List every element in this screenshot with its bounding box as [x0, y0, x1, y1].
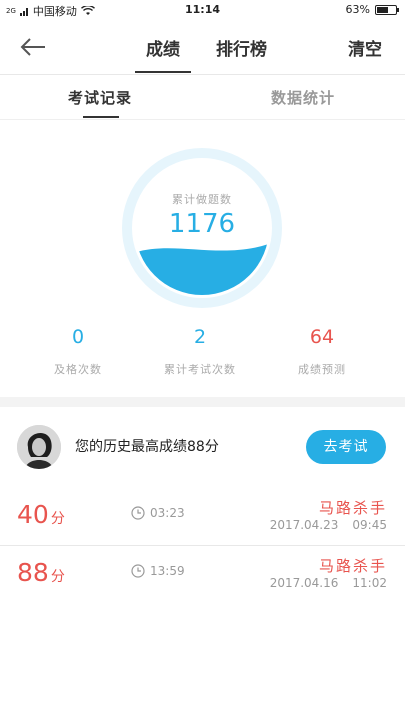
gauge-label: 累计做题数: [172, 193, 232, 206]
record-date: 2017.04.16: [269, 576, 339, 590]
subtab-exam-records[interactable]: 考试记录: [68, 87, 132, 108]
subtab-data-stats[interactable]: 数据统计: [271, 87, 335, 108]
record-duration: 03:23: [131, 506, 185, 520]
clock-icon: [131, 506, 145, 520]
status-bar: 2G 中国移动 11:14 63%: [0, 0, 405, 20]
record-duration: 13:59: [131, 564, 185, 578]
stat-pass-count-label: 及格次数: [54, 363, 102, 376]
clock-icon: [131, 564, 145, 578]
record-duration-value: 03:23: [150, 506, 185, 520]
battery-percent: 63%: [345, 3, 370, 16]
list-item[interactable]: 40 分 03:23 马路杀手 2017.04.23 09:45: [0, 488, 405, 546]
gauge-value: 1176: [168, 209, 236, 239]
record-date: 2017.04.23: [269, 518, 339, 532]
record-score-unit: 分: [50, 569, 65, 585]
record-title: 马路杀手: [318, 499, 387, 517]
status-right: 63%: [345, 3, 399, 16]
question-count-gauge: 累计做题数 1176: [121, 147, 283, 309]
arrow-left-icon[interactable]: [20, 37, 46, 57]
gauge-wave: [135, 242, 269, 295]
section-divider: [0, 397, 405, 407]
user-photo: [17, 425, 61, 469]
record-time: 11:02: [352, 576, 387, 590]
nav-bar: 成绩 排行榜 清空: [0, 20, 405, 75]
record-datetime: 2017.04.23 09:45: [270, 518, 387, 532]
record-score-unit: 分: [50, 511, 65, 527]
tab-active-indicator: [135, 71, 191, 73]
record-score-value: 40: [17, 500, 49, 529]
tab-scores[interactable]: 成绩: [146, 35, 180, 60]
stat-exam-count: 2: [193, 326, 207, 348]
record-duration-value: 13:59: [150, 564, 185, 578]
record-score-value: 88: [17, 558, 49, 587]
subtab-active-indicator: [83, 116, 119, 118]
stat-pass-count: 0: [71, 326, 85, 348]
list-item[interactable]: 88 分 13:59 马路杀手 2017.04.16 11:02: [0, 546, 405, 603]
stat-exam-count-label: 累计考试次数: [164, 363, 236, 376]
record-time: 09:45: [352, 518, 387, 532]
sub-tabs: 考试记录 数据统计: [0, 74, 405, 120]
record-datetime: 2017.04.16 11:02: [270, 576, 387, 590]
avatar: [17, 425, 61, 469]
stat-score-prediction-label: 成绩预测: [298, 363, 346, 376]
clear-button[interactable]: 清空: [348, 35, 382, 60]
battery-icon: [375, 4, 399, 15]
record-score: 88 分: [17, 558, 65, 587]
record-score: 40 分: [17, 500, 65, 529]
battery-fill: [377, 6, 388, 13]
stat-score-prediction: 64: [309, 326, 335, 348]
record-title: 马路杀手: [318, 557, 387, 575]
best-score-text: 您的历史最高成绩88分: [75, 439, 219, 455]
status-time: 11:14: [184, 3, 220, 16]
start-exam-button[interactable]: 去考试: [306, 430, 386, 464]
tab-leaderboard[interactable]: 排行榜: [216, 35, 267, 60]
